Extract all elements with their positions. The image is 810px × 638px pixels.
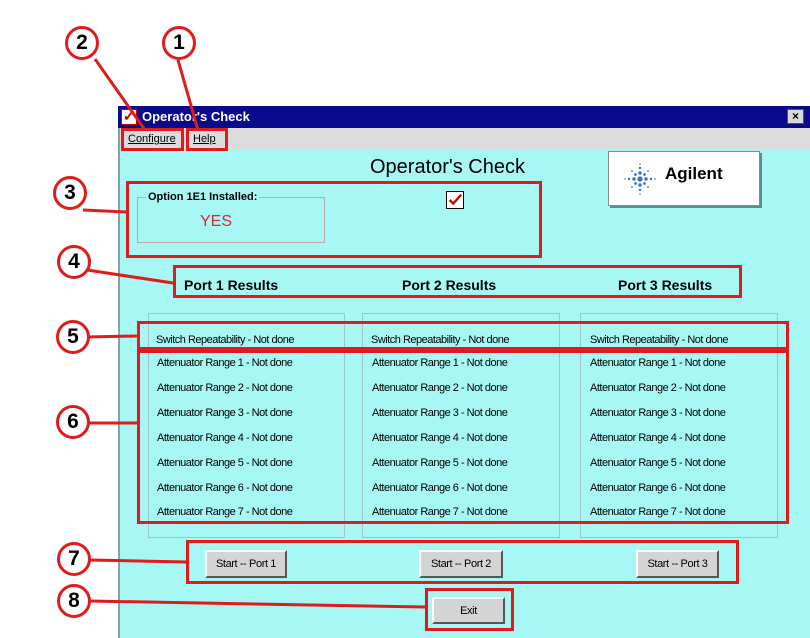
callout-8: 8 [57,584,91,618]
callout-4: 4 [57,245,91,279]
callout-6: 6 [56,405,90,439]
callout-2: 2 [65,26,99,60]
callout-3: 3 [53,176,87,210]
callout-1: 1 [162,26,196,60]
annotation-leader-lines [82,58,426,609]
callout-7: 7 [57,542,91,576]
callout-5: 5 [56,320,90,354]
